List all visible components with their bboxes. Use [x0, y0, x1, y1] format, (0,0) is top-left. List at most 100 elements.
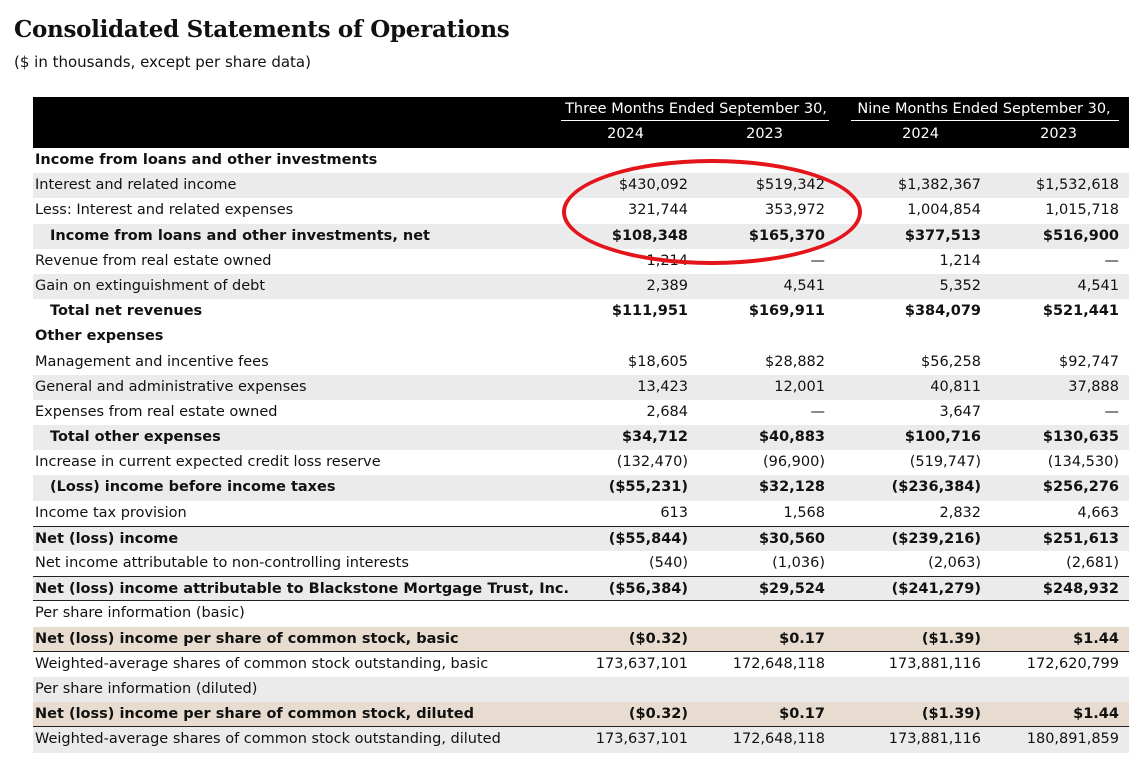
- row-value: $0.17: [779, 630, 825, 647]
- row-value: 172,648,118: [732, 731, 825, 748]
- row-value: $40,883: [758, 429, 825, 446]
- table-row: Net (loss) income attributable to Blacks…: [33, 576, 1129, 602]
- row-value: (519,747): [909, 454, 981, 471]
- row-value: ($241,279): [891, 581, 981, 598]
- row-value: 613: [660, 504, 688, 521]
- row-value: 1,214: [646, 252, 688, 269]
- row-value: 3,647: [939, 403, 981, 420]
- row-value: 1,015,718: [1045, 202, 1119, 219]
- row-value: $1,532,618: [1035, 177, 1119, 194]
- table-row: Per share information (diluted): [33, 676, 1129, 703]
- row-value: 172,620,799: [1026, 655, 1119, 672]
- row-value: (96,900): [762, 454, 825, 471]
- row-label: Income from loans and other investments,…: [50, 227, 430, 244]
- header-group-divider: [851, 120, 1119, 121]
- row-label: Net (loss) income per share of common st…: [35, 630, 459, 647]
- row-value: $0.17: [779, 706, 825, 723]
- row-label: Gain on extinguishment of debt: [35, 277, 266, 294]
- row-value: $18,605: [628, 353, 688, 370]
- row-value: $384,079: [904, 303, 981, 320]
- row-value: $1.44: [1073, 630, 1119, 647]
- table-row: Increase in current expected credit loss…: [33, 450, 1129, 475]
- header-group-nine-months: Nine Months Ended September 30,: [857, 101, 1111, 117]
- row-value: $169,911: [748, 303, 825, 320]
- row-label: Management and incentive fees: [35, 353, 269, 370]
- row-label: Income from loans and other investments: [35, 152, 378, 168]
- row-value: 5,352: [939, 277, 981, 294]
- row-value: $130,635: [1042, 429, 1119, 446]
- page-subtitle: ($ in thousands, except per share data): [14, 53, 311, 71]
- row-value: 2,832: [939, 504, 981, 521]
- row-value: ($0.32): [628, 630, 688, 647]
- row-value: $377,513: [904, 227, 981, 244]
- row-label: Total net revenues: [50, 303, 203, 320]
- row-value: ($1.39): [921, 630, 981, 647]
- row-value: 321,744: [628, 202, 688, 219]
- row-value: 173,637,101: [595, 731, 688, 748]
- row-value: $100,716: [904, 429, 981, 446]
- row-label: Weighted-average shares of common stock …: [35, 655, 489, 672]
- table-body: Income from loans and other investments I…: [33, 148, 1129, 753]
- row-value: $56,258: [921, 353, 981, 370]
- table-row: Interest and related income $430,092 $519,…: [33, 173, 1129, 199]
- row-value: 2,684: [646, 403, 688, 420]
- row-value: $521,441: [1042, 303, 1119, 320]
- row-value: $251,613: [1042, 530, 1119, 547]
- row-value: (2,063): [928, 555, 981, 571]
- income-statement-table: Three Months Ended September 30, Nine Mo…: [33, 97, 1129, 753]
- table-row: Net (loss) income per share of common st…: [33, 702, 1129, 728]
- table-row: Income from loans and other investments: [33, 148, 1129, 173]
- row-value: ($0.32): [628, 706, 688, 723]
- row-value: ($239,216): [891, 530, 981, 547]
- row-value: 13,423: [637, 378, 688, 395]
- row-value: (540): [649, 555, 688, 571]
- row-value: $32,128: [758, 479, 825, 496]
- table-row: Less: Interest and related expenses 321,7…: [33, 198, 1129, 223]
- row-label: Per share information (basic): [35, 605, 245, 622]
- row-label: Other expenses: [35, 328, 164, 345]
- row-value: $516,900: [1042, 227, 1119, 244]
- row-value: $30,560: [758, 530, 825, 547]
- table-row: Expenses from real estate owned 2,684 — 3,6…: [33, 400, 1129, 425]
- row-label: Expenses from real estate owned: [35, 403, 278, 420]
- row-value: (132,470): [616, 454, 688, 471]
- row-value: ($55,844): [608, 530, 688, 547]
- row-value: $34,712: [621, 429, 688, 446]
- table-row: Weighted-average shares of common stock …: [33, 652, 1129, 677]
- table-row: Net (loss) income per share of common st…: [33, 626, 1129, 652]
- row-value: 353,972: [765, 202, 825, 219]
- table-row: Net (loss) income ($55,844) $30,560 ($239,2…: [33, 525, 1129, 551]
- row-value: ($1.39): [921, 706, 981, 723]
- row-value: 4,541: [783, 277, 825, 294]
- row-value: —: [1104, 403, 1120, 420]
- row-value: 12,001: [774, 378, 825, 395]
- row-value: ($55,231): [608, 479, 688, 496]
- row-value: $519,342: [755, 177, 825, 194]
- row-value: $108,348: [611, 227, 688, 244]
- row-value: 180,891,859: [1026, 731, 1119, 748]
- header-year: 2024: [607, 126, 644, 142]
- row-value: 4,663: [1077, 504, 1119, 521]
- table-row: Net income attributable to non-controlli…: [33, 551, 1129, 576]
- row-value: 173,881,116: [888, 655, 981, 672]
- row-value: $1,382,367: [897, 177, 981, 194]
- table-row: Gain on extinguishment of debt 2,389 4,541…: [33, 273, 1129, 300]
- header-year: 2023: [1040, 126, 1077, 142]
- row-label: Income tax provision: [35, 504, 187, 521]
- row-value: 1,214: [939, 252, 981, 269]
- row-value: —: [810, 252, 826, 269]
- table-header: Three Months Ended September 30, Nine Mo…: [33, 97, 1129, 148]
- row-label: Weighted-average shares of common stock …: [35, 731, 501, 748]
- table-row: Management and incentive fees $18,605 $28,…: [33, 350, 1129, 375]
- row-value: $248,932: [1042, 581, 1119, 598]
- row-value: (134,530): [1047, 454, 1119, 471]
- row-value: 1,004,854: [907, 202, 981, 219]
- row-label: Total other expenses: [50, 429, 221, 446]
- table-row: Other expenses: [33, 324, 1129, 349]
- header-group-three-months: Three Months Ended September 30,: [565, 101, 827, 117]
- row-value: 1,568: [783, 504, 825, 521]
- row-value: $430,092: [618, 177, 688, 194]
- row-value: 37,888: [1068, 378, 1119, 395]
- row-value: $28,882: [765, 353, 825, 370]
- page-title: Consolidated Statements of Operations: [14, 16, 510, 43]
